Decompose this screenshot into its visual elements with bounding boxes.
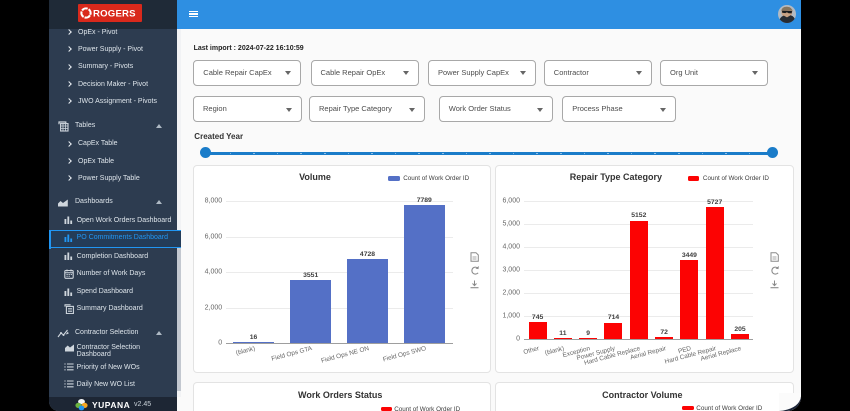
svg-text:ROGERS: ROGERS	[93, 9, 136, 19]
